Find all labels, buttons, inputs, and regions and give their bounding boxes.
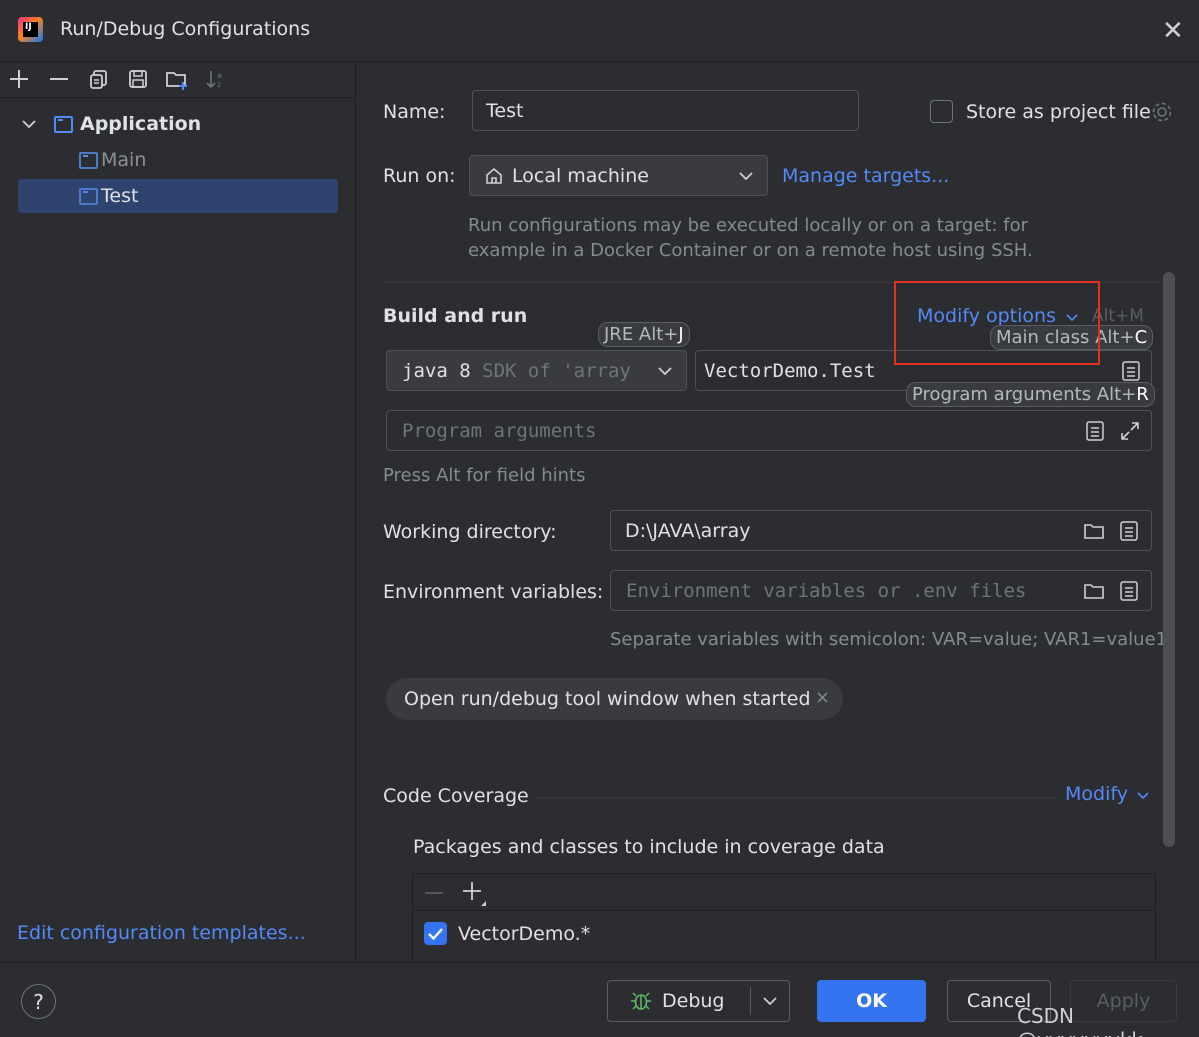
hint-key: R	[1136, 384, 1149, 405]
toolbar-separator	[0, 97, 356, 98]
packages-label: Packages and classes to include in cover…	[413, 836, 885, 858]
press-alt-hint: Press Alt for field hints	[383, 465, 586, 486]
name-input[interactable]: Test	[472, 90, 859, 131]
watermark: CSDN @yyyyyyykk	[1017, 1004, 1143, 1037]
coverage-list	[412, 873, 1156, 962]
logo-text: IJ	[25, 22, 32, 32]
dropdown-divider	[750, 987, 751, 1015]
env-vars-hint: Separate variables with semicolon: VAR=v…	[610, 629, 1168, 650]
chip-label: Open run/debug tool window when started	[404, 688, 811, 710]
expand-icon[interactable]	[1119, 420, 1141, 442]
list-toolbar-separator	[413, 910, 1155, 911]
modify-label: Modify	[1065, 783, 1128, 805]
application-config-icon	[54, 115, 73, 133]
sdk-java: java	[402, 359, 448, 382]
tree-group-application[interactable]: Application	[18, 107, 338, 141]
store-as-project-checkbox[interactable]	[930, 100, 953, 123]
environment-variables-input[interactable]: Environment variables or .env files	[610, 570, 1152, 611]
chevron-down-icon[interactable]	[22, 119, 46, 129]
highlight-box	[894, 281, 1100, 365]
remove-icon[interactable]	[424, 885, 444, 901]
hint-key: C	[1134, 327, 1148, 348]
run-on-hint-1: Run configurations may be executed local…	[468, 215, 1029, 236]
folder-icon[interactable]	[1083, 521, 1105, 541]
modify-coverage-link[interactable]: Modify	[1065, 783, 1149, 805]
manage-targets-link[interactable]: Manage targets...	[782, 165, 949, 187]
bug-icon	[629, 990, 653, 1012]
close-icon[interactable]	[816, 691, 829, 704]
debug-split-button[interactable]: Debug	[607, 980, 790, 1022]
run-on-hint-2: example in a Docker Container or on a re…	[468, 240, 1033, 261]
hint-text: Program arguments Alt+	[912, 384, 1137, 405]
program-arguments-input[interactable]: Program arguments	[386, 410, 1152, 451]
copy-icon[interactable]	[88, 68, 110, 90]
chevron-down-icon	[1137, 791, 1149, 800]
hint-key: J	[678, 324, 684, 345]
new-folder-icon[interactable]	[165, 68, 191, 92]
working-directory-input[interactable]: D:\JAVA\array	[610, 510, 1152, 551]
tree-item-label: Main	[101, 149, 147, 171]
jre-select[interactable]: java 8 SDK of 'array	[386, 350, 687, 391]
folder-icon[interactable]	[1083, 581, 1105, 601]
env-vars-placeholder: Environment variables or .env files	[626, 579, 1027, 602]
home-icon	[484, 166, 504, 186]
working-directory-value: D:\JAVA\array	[625, 519, 751, 542]
debug-label: Debug	[662, 990, 725, 1012]
window-title: Run/Debug Configurations	[60, 18, 311, 40]
tree-group-label: Application	[80, 113, 202, 135]
gear-icon[interactable]	[1150, 100, 1174, 124]
ok-button[interactable]: OK	[817, 980, 926, 1022]
open-tool-window-chip[interactable]: Open run/debug tool window when started	[386, 678, 843, 720]
chevron-down-icon[interactable]	[763, 996, 777, 1006]
hint-text: JRE Alt+	[604, 324, 679, 345]
environment-variables-label: Environment variables:	[383, 581, 604, 603]
add-icon[interactable]	[461, 880, 487, 906]
svg-text:z: z	[217, 80, 221, 89]
main-class-value: VectorDemo.Test	[704, 359, 876, 382]
name-label: Name:	[383, 101, 446, 123]
sort-icon[interactable]: az	[205, 68, 227, 90]
chevron-down-icon	[658, 366, 672, 376]
sdk-version: 8	[459, 359, 471, 382]
program-args-placeholder: Program arguments	[402, 419, 597, 442]
config-icon	[79, 151, 98, 169]
svg-text:a: a	[217, 71, 222, 80]
coverage-item-label: VectorDemo.*	[458, 923, 591, 945]
config-icon	[79, 187, 98, 205]
name-value: Test	[486, 100, 524, 122]
tree-item-main[interactable]: Main	[18, 143, 338, 177]
browse-icon[interactable]	[1121, 360, 1141, 382]
intellij-logo-icon: IJ	[18, 17, 43, 42]
jre-hint-badge: JRE Alt+J	[598, 322, 690, 347]
tree-item-test[interactable]: Test	[18, 179, 338, 213]
store-as-project-label: Store as project file	[966, 101, 1151, 123]
run-on-value: Local machine	[512, 164, 649, 187]
scrollbar[interactable]	[1163, 272, 1175, 847]
build-and-run-heading: Build and run	[383, 305, 528, 327]
save-icon[interactable]	[127, 68, 149, 90]
list-icon[interactable]	[1119, 580, 1139, 602]
coverage-item-checkbox[interactable]	[424, 922, 447, 945]
edit-templates-link[interactable]: Edit configuration templates...	[17, 922, 306, 944]
close-icon[interactable]: ✕	[1162, 16, 1184, 46]
program-args-hint-badge: Program arguments Alt+R	[906, 382, 1155, 407]
help-button[interactable]: ?	[21, 984, 56, 1019]
remove-icon[interactable]	[48, 68, 70, 90]
list-icon[interactable]	[1119, 520, 1139, 542]
section-divider	[537, 797, 1056, 798]
list-icon[interactable]	[1085, 420, 1105, 442]
chevron-down-icon	[739, 171, 753, 181]
tree-item-label: Test	[101, 185, 139, 207]
run-on-select[interactable]: Local machine	[469, 155, 768, 196]
code-coverage-heading: Code Coverage	[383, 785, 529, 807]
run-on-label: Run on:	[383, 165, 456, 187]
sdk-desc: SDK of 'array	[482, 359, 631, 382]
working-directory-label: Working directory:	[383, 521, 557, 543]
add-icon[interactable]	[8, 68, 30, 90]
